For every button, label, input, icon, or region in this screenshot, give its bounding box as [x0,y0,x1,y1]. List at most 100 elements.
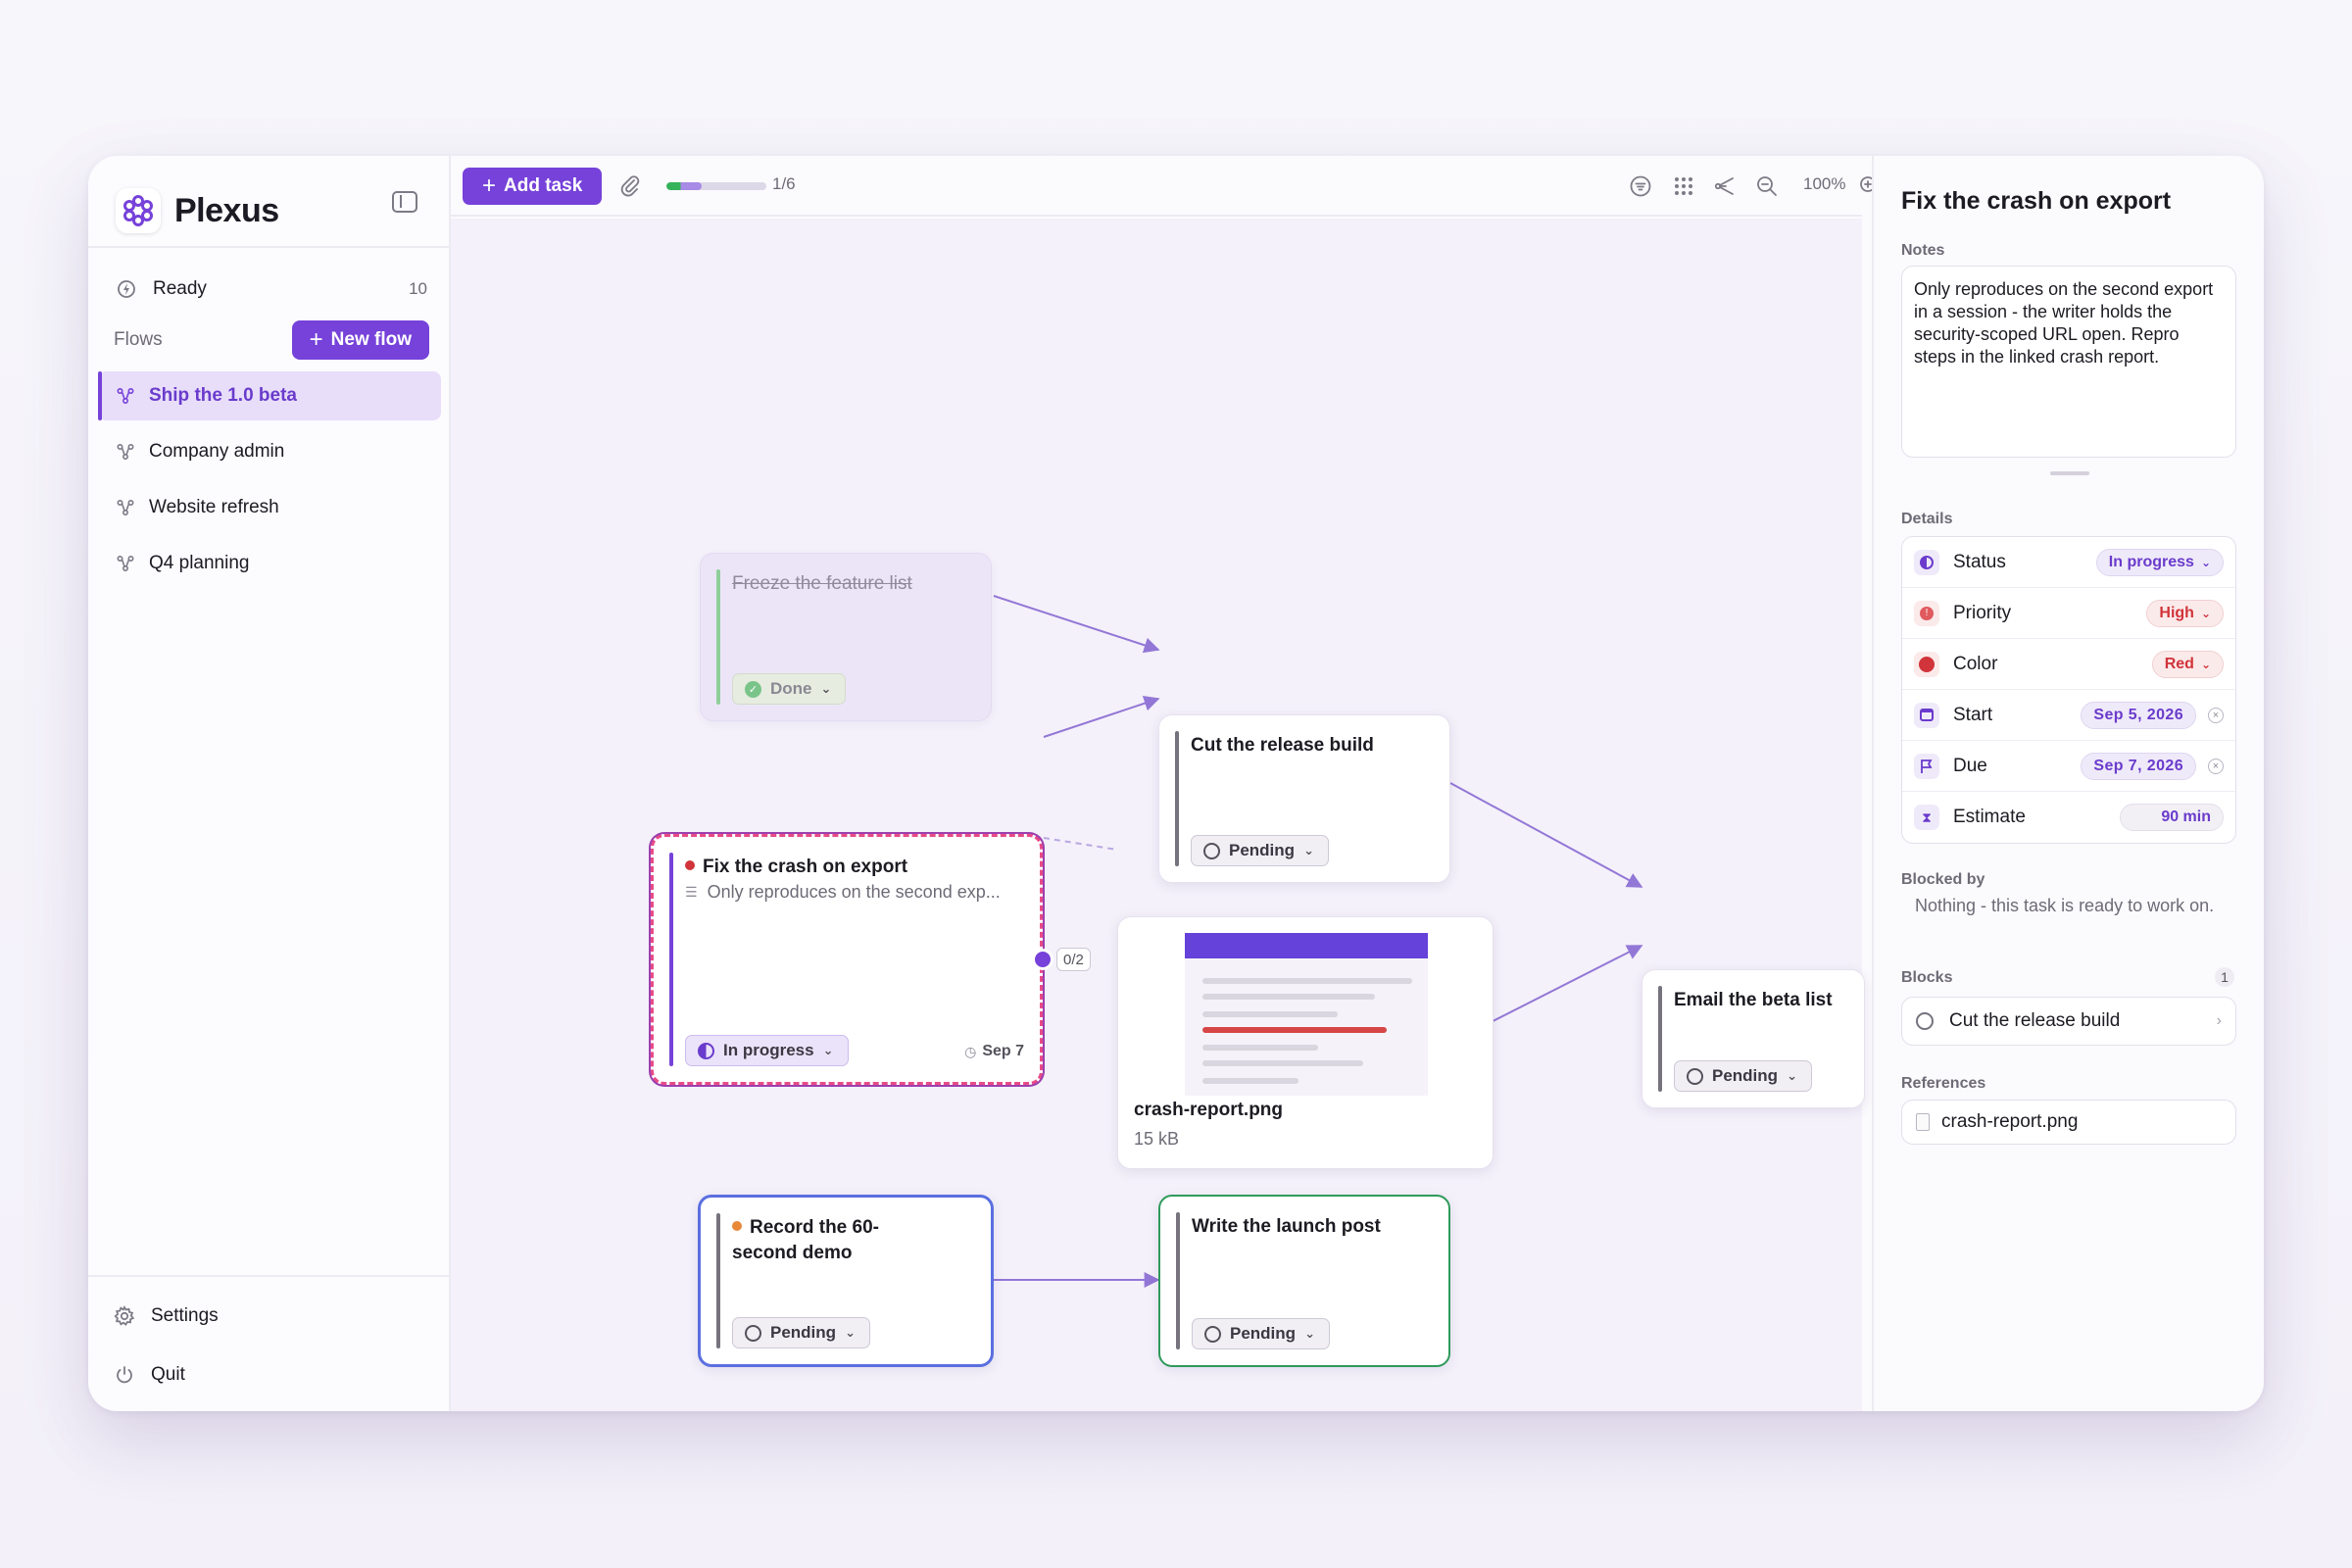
blocked-by-label: Blocked by [1901,871,1985,888]
add-task-button[interactable]: + Add task [463,168,603,205]
task-card-fix-crash[interactable]: Fix the crash on export ☰ Only reproduce… [651,834,1043,1085]
file-icon [1916,1113,1930,1131]
brand: Plexus [116,181,279,240]
sidebar-item-q4-planning[interactable]: Q4 planning [98,539,441,588]
connection-handle[interactable] [1035,952,1051,967]
ready-count: 10 [409,279,427,298]
clear-start-icon[interactable]: × [2208,707,2224,723]
task-card-record-demo[interactable]: Record the 60-second demo Pending ⌄ [698,1195,994,1367]
grid-icon[interactable] [1670,172,1697,200]
divider [88,1275,451,1277]
edge-cut-to-email [1449,782,1643,888]
color-swatch-icon [1914,651,1939,677]
due-date-picker[interactable]: Sep 7, 2026 [2081,752,2196,780]
inspector-title: Fix the crash on export [1901,187,2172,215]
app-name: Plexus [174,191,279,229]
estimate-value: 90 min [2161,808,2211,825]
progress-text: 1/6 [772,174,796,193]
card-title: Fix the crash on export [685,855,1020,880]
flow-graph-icon [116,441,135,463]
plus-icon: + [309,326,323,353]
task-card-email-beta[interactable]: Email the beta list Pending ⌄ [1642,969,1865,1108]
thumbnail-header [1185,933,1428,958]
start-date-picker[interactable]: Sep 5, 2026 [2081,701,2196,729]
notes-label: Notes [1901,242,1945,259]
sidebar-toggle-icon[interactable] [392,191,417,213]
status-label: Pending [1712,1066,1779,1085]
flow-canvas[interactable]: Freeze the feature list ✓ Done ⌄ Cut the… [451,219,1865,1411]
task-card-launch-post[interactable]: Write the launch post Pending ⌄ [1158,1195,1450,1367]
detail-label: Due [1953,755,1987,776]
sidebar-item-website-refresh[interactable]: Website refresh [98,483,441,532]
sidebar-item-ship-beta[interactable]: Ship the 1.0 beta [98,371,441,420]
status-chip[interactable]: Pending ⌄ [732,1317,870,1348]
divider [88,246,451,248]
card-bar [716,569,720,705]
estimate-input[interactable]: 90 min [2120,804,2224,831]
new-flow-button[interactable]: + New flow [291,320,429,360]
reference-item[interactable]: crash-report.png [1901,1100,2236,1145]
sidebar-item-ready[interactable]: Ready 10 [116,270,427,309]
reference-label: crash-report.png [1941,1111,2079,1132]
edge-fix-to-cut [1043,695,1160,738]
card-bar [669,853,673,1066]
priority-select[interactable]: High ⌄ [2146,599,2224,627]
status-chip[interactable]: Pending ⌄ [1674,1060,1812,1092]
zoom-out-icon[interactable] [1753,172,1781,200]
paperclip-icon[interactable] [617,173,643,199]
blocks-label: Blocks [1901,969,1953,986]
attachment-filename: crash-report.png [1134,1100,1284,1120]
filter-icon[interactable] [1627,172,1654,200]
layout-graph-icon[interactable] [1712,172,1740,200]
status-chip[interactable]: In progress ⌄ [685,1035,849,1066]
detail-label: Color [1953,653,1998,674]
detail-row-due: Due Sep 7, 2026 × [1902,741,2235,792]
plexus-logo-icon [116,188,161,233]
status-chip[interactable]: Pending ⌄ [1192,1318,1330,1349]
status-chip[interactable]: Pending ⌄ [1191,835,1329,866]
clear-due-icon[interactable]: × [2208,758,2224,774]
card-title: Cut the release build [1191,735,1374,756]
notes-lines-icon: ☰ [685,884,698,900]
attachment-card[interactable]: crash-report.png 15 kB [1117,916,1494,1169]
pending-circle-icon [1203,842,1220,859]
flow-graph-icon [116,385,135,407]
resize-handle[interactable] [2050,471,2089,475]
task-card-freeze[interactable]: Freeze the feature list ✓ Done ⌄ [700,553,992,721]
image-thumbnail [1185,933,1428,1096]
flag-icon [1914,753,1939,779]
detail-label: Priority [1953,602,2012,623]
chevron-down-icon: ⌄ [845,1325,856,1340]
pending-circle-icon [1204,1325,1221,1343]
calendar-icon [1914,702,1939,728]
edge-freeze-to-cut [993,595,1160,654]
sidebar-item-company-admin[interactable]: Company admin [98,427,441,476]
flow-graph-icon [116,497,135,518]
status-label: Pending [1229,841,1296,859]
detail-row-color: Color Red ⌄ [1902,639,2235,690]
card-title-text: Record the 60-second demo [732,1217,879,1263]
check-icon: ✓ [745,680,761,698]
card-title: Freeze the feature list [732,573,912,594]
status-chip[interactable]: ✓ Done ⌄ [732,673,847,705]
flows-label: Flows [114,329,163,350]
flow-label: Q4 planning [149,553,250,573]
clock-icon: ◷ [964,1043,977,1059]
status-select[interactable]: In progress ⌄ [2095,548,2224,576]
detail-row-start: Start Sep 5, 2026 × [1902,690,2235,741]
sidebar: Plexus Ready 10 Flows + New flow Ship the… [88,156,451,1411]
plus-icon: + [482,172,497,199]
card-title-text: Fix the crash on export [703,857,908,877]
settings-button[interactable]: Settings [114,1297,219,1336]
priority-value: High [2159,604,2194,621]
blocks-item[interactable]: Cut the release build › [1901,997,2236,1046]
notes-textarea[interactable]: Only reproduces on the second export in … [1901,266,2236,458]
flow-label: Company admin [149,441,285,462]
quit-button[interactable]: Quit [114,1355,185,1395]
task-card-cut-release[interactable]: Cut the release build Pending ⌄ [1158,714,1450,883]
priority-icon: ! [1914,600,1939,626]
color-select[interactable]: Red ⌄ [2151,650,2224,678]
settings-label: Settings [151,1305,219,1326]
chevron-down-icon: ⌄ [2200,555,2211,569]
card-bar [1176,1212,1180,1349]
